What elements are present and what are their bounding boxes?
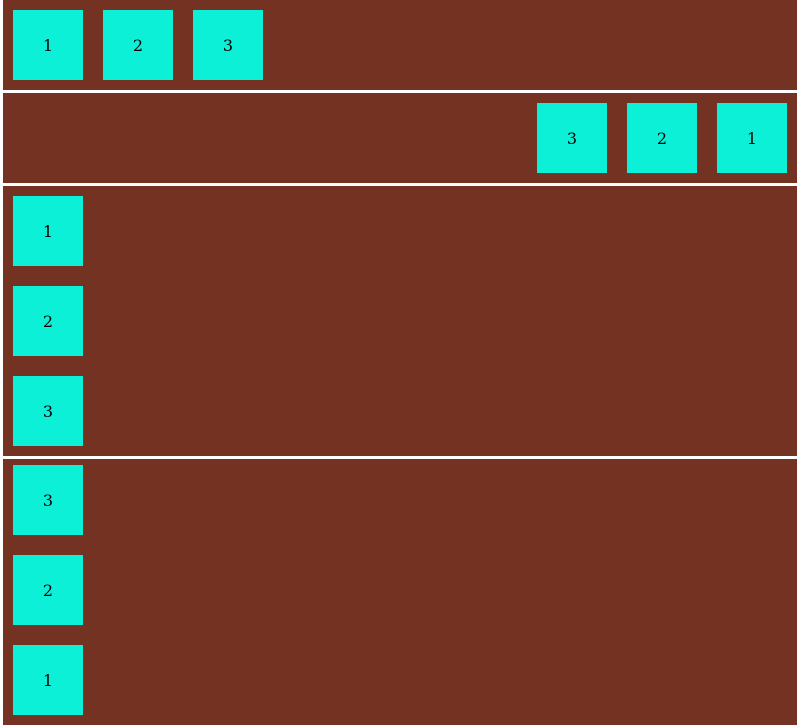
flex-column-panel: 1 2 3 <box>3 186 797 456</box>
flex-row-panel: 1 2 3 <box>3 0 797 90</box>
flex-item-3: 3 <box>193 10 263 80</box>
flex-item-2: 2 <box>627 103 697 173</box>
flex-item-1: 1 <box>13 645 83 715</box>
flex-row-reverse-panel: 1 2 3 <box>3 93 797 183</box>
flex-item-3: 3 <box>13 465 83 535</box>
flex-item-1: 1 <box>13 196 83 266</box>
flex-item-2: 2 <box>13 555 83 625</box>
flex-item-2: 2 <box>13 286 83 356</box>
flex-item-1: 1 <box>13 10 83 80</box>
flex-item-2: 2 <box>103 10 173 80</box>
flex-column-reverse-panel: 1 2 3 <box>3 459 797 725</box>
flex-item-1: 1 <box>717 103 787 173</box>
flex-item-3: 3 <box>537 103 607 173</box>
flex-item-3: 3 <box>13 376 83 446</box>
